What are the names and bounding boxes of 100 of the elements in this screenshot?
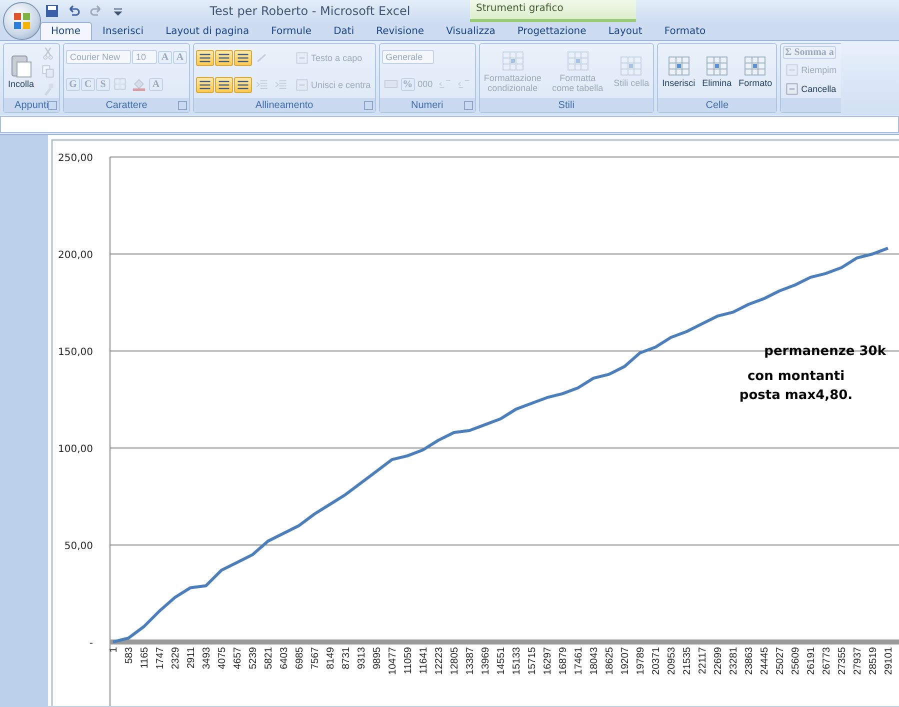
ribbon-tab[interactable]: Formato [653,22,717,40]
indent-icon [255,78,270,92]
tool-button[interactable] [215,50,234,66]
borders-icon [113,77,128,91]
dialog-launcher-icon[interactable] [464,101,473,110]
tool-button[interactable] [234,50,252,66]
annotation-text: permanenze 30k [764,344,886,359]
x-axis-label: 2911 [186,647,197,669]
x-axis-label: 26773 [822,647,832,675]
dialog-launcher-icon[interactable] [48,101,58,110]
y-axis-label: 250,00 [58,153,93,164]
tool-button[interactable] [196,50,214,66]
x-axis-label: 4075 [217,647,228,670]
x-axis-label: 22699 [713,647,724,675]
x-axis-label: 26191 [806,647,817,675]
x-axis-label: 27937 [852,647,864,675]
annotation-text: posta max4,80. [739,388,853,403]
command-icon [785,62,800,76]
x-axis-label: 10477 [388,647,398,675]
x-axis-label: 583 [124,647,135,664]
contextual-tab-group: Strumenti grafico [470,0,636,22]
group-label: Celle [706,100,729,110]
x-axis-label: 14551 [496,647,507,675]
x-axis-label: 9895 [372,647,383,670]
ribbon-tab[interactable]: Dati [322,22,366,40]
x-axis-label: 6403 [279,647,290,670]
ribbon-tab[interactable]: Home [40,22,92,40]
annotation-text: con montanti [747,369,845,384]
x-axis-label: 3493 [202,647,212,670]
ribbon-tab[interactable]: Inserisci [92,22,155,40]
command-icon [295,78,310,92]
ribbon-button[interactable]: Inserisci [660,54,698,88]
office-logo-icon [13,12,31,30]
x-axis-label: 16297 [542,647,554,675]
x-axis-label: 6985 [294,647,306,670]
x-axis-label: 1747 [155,647,166,670]
x-axis-label: 7567 [310,647,321,670]
y-axis-label: 200,00 [58,250,93,261]
x-axis-label: 11641 [418,647,430,674]
x-axis-label: 25609 [790,647,802,675]
indent-icon [274,78,288,92]
x-axis-label: 5821 [264,647,274,670]
paint-bucket-icon [132,77,146,91]
decimal-icon [456,77,471,91]
x-axis-label: 24445 [760,647,770,675]
x-axis-label: 22117 [698,647,708,674]
grid-icon [666,54,691,76]
x-axis-label: 21535 [682,647,693,675]
grid-icon [566,50,590,72]
command-button[interactable]: Cancella [783,80,838,96]
x-axis-label: 12805 [450,647,460,675]
x-axis-label: 27355 [837,647,848,675]
x-axis-label: 18043 [589,647,600,675]
group-label: Carattere [106,100,148,110]
ribbon-button[interactable]: Formato [736,54,774,88]
x-axis-label: 13969 [480,647,492,675]
x-axis-label: 5239 [248,647,259,670]
x-axis-label: 29101 [884,647,894,675]
tool-button[interactable] [234,76,252,92]
y-axis-label: 150,00 [58,347,93,358]
window-title: Test per Roberto - Microsoft Excel [208,4,412,18]
ribbon-tab[interactable]: Layout [597,22,654,40]
ribbon-button[interactable]: Incolla [6,52,36,90]
ribbon-tab[interactable]: Formule [260,22,323,40]
x-axis-label: 23281 [728,647,740,675]
x-axis-label: 1 [108,647,120,653]
x-axis-label: 2329 [170,647,182,670]
group-label: Numeri [410,100,444,110]
ribbon-tab[interactable]: Revisione [365,22,436,40]
command-icon [295,50,310,64]
x-axis-label: 4657 [232,647,244,670]
x-axis-label: 18625 [604,647,616,675]
y-axis-label: 50,00 [64,541,93,552]
formula-bar[interactable] [0,116,899,133]
x-axis-label: 17461 [574,647,584,675]
money-icon [384,77,398,91]
group-label: Allineamento [255,100,314,110]
x-axis-label: 9313 [356,647,368,670]
x-axis-label: 28519 [868,647,879,675]
command-icon [785,82,800,96]
x-axis-label: 8731 [341,647,352,670]
tool-button[interactable] [215,76,234,92]
dialog-launcher-icon[interactable] [178,101,188,110]
group-footer [781,98,841,112]
group-label: Appunti [14,100,48,110]
grid-icon [619,54,644,76]
x-axis-label: 12223 [434,647,445,675]
tool-button[interactable] [196,76,214,92]
ribbon-tab[interactable]: Layout di pagina [154,22,260,40]
x-axis-label: 25027 [775,647,786,675]
save-icon [44,3,60,19]
ribbon-tab[interactable]: Progettazione [506,22,598,40]
x-axis-label: 23863 [744,647,755,675]
x-axis-label: 20953 [666,647,678,675]
dialog-launcher-icon[interactable] [364,101,373,110]
x-axis-label: 16879 [558,647,569,675]
x-axis-label: 20371 [651,647,662,675]
ribbon-button[interactable]: Elimina [700,54,734,88]
y-axis-label: 100,00 [58,444,93,455]
ribbon-tab[interactable]: Visualizza [435,22,506,40]
